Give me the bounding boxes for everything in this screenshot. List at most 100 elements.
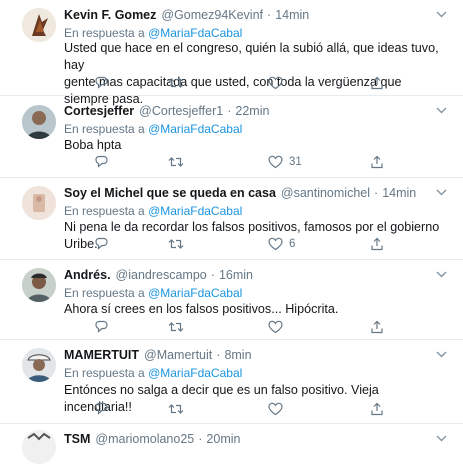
heart-icon [268, 155, 283, 169]
author-handle[interactable]: @santinomichel [281, 186, 370, 200]
tweet-actions [64, 76, 404, 94]
avatar[interactable] [22, 8, 56, 42]
share-button[interactable] [370, 402, 384, 416]
avatar[interactable] [22, 186, 56, 220]
retweet-button[interactable] [168, 237, 190, 251]
chevron-down-icon[interactable] [433, 104, 449, 116]
tweet-text-line: Boba hpta [64, 138, 122, 152]
author-handle[interactable]: @Gomez94Kevinf [161, 8, 263, 22]
author-name[interactable]: MAMERTUIT [64, 348, 139, 362]
retweet-button[interactable] [168, 76, 190, 90]
retweet-button[interactable] [168, 155, 190, 169]
chevron-down-icon[interactable] [433, 268, 449, 280]
timestamp[interactable]: 16min [219, 268, 253, 282]
retweet-icon [168, 320, 184, 334]
share-icon [370, 402, 384, 416]
tweet-header: TSM @mariomolano25 · 20min [64, 432, 240, 446]
author-name[interactable]: Andrés. [64, 268, 111, 282]
reply-context: En respuesta a @MariaFdaCabal [64, 204, 242, 218]
reply-to-link[interactable]: @MariaFdaCabal [148, 204, 242, 218]
tweet[interactable]: TSM @mariomolano25 · 20min [0, 424, 463, 464]
reply-icon [94, 320, 109, 334]
timestamp[interactable]: 20min [206, 432, 240, 446]
reply-timeline: Kevin F. Gomez @Gomez94Kevinf · 14min En… [0, 0, 463, 464]
tweet[interactable]: Andrés. @iandrescampo · 16min En respues… [0, 260, 463, 340]
tweet-text: Boba hpta [64, 137, 444, 154]
share-icon [370, 237, 384, 251]
chevron-down-icon[interactable] [433, 186, 449, 198]
share-icon [370, 155, 384, 169]
author-handle[interactable]: @Mamertuit [144, 348, 212, 362]
share-button[interactable] [370, 76, 384, 90]
avatar[interactable] [22, 105, 56, 139]
like-button[interactable] [268, 402, 289, 416]
like-button[interactable] [268, 76, 289, 90]
avatar[interactable] [22, 268, 56, 302]
reply-button[interactable] [94, 402, 115, 416]
share-button[interactable] [370, 155, 384, 169]
reply-to-link[interactable]: @MariaFdaCabal [148, 366, 242, 380]
author-handle[interactable]: @Cortesjeffer1 [139, 104, 223, 118]
reply-prefix: En respuesta a [64, 122, 145, 136]
tweet[interactable]: Cortesjeffer @Cortesjeffer1 · 22min En r… [0, 96, 463, 178]
chevron-down-icon[interactable] [433, 432, 449, 444]
author-handle[interactable]: @mariomolano25 [95, 432, 194, 446]
reply-prefix: En respuesta a [64, 286, 145, 300]
like-button[interactable]: 31 [268, 155, 302, 169]
tweet[interactable]: Soy el Michel que se queda en casa @sant… [0, 178, 463, 260]
tweet-header: Soy el Michel que se queda en casa @sant… [64, 186, 416, 200]
share-icon [370, 76, 384, 90]
avatar[interactable] [22, 430, 56, 464]
retweet-button[interactable] [168, 320, 190, 334]
reply-context: En respuesta a @MariaFdaCabal [64, 122, 242, 136]
tweet[interactable]: MAMERTUIT @Mamertuit · 8min En respuesta… [0, 340, 463, 424]
tweet[interactable]: Kevin F. Gomez @Gomez94Kevinf · 14min En… [0, 0, 463, 106]
retweet-button[interactable] [168, 402, 190, 416]
reply-icon [94, 155, 109, 169]
retweet-icon [168, 402, 184, 416]
retweet-icon [168, 76, 184, 90]
tweet-header: Cortesjeffer @Cortesjeffer1 · 22min [64, 104, 269, 118]
heart-icon [268, 320, 283, 334]
heart-icon [268, 237, 283, 251]
tweet-text-line: Ahora sí crees en los falsos positivos..… [64, 302, 339, 316]
chevron-down-icon[interactable] [433, 348, 449, 360]
author-name[interactable]: Kevin F. Gomez [64, 8, 156, 22]
tweet-actions: 31 [64, 155, 404, 173]
separator-dot: · [267, 8, 272, 22]
chevron-down-icon[interactable] [433, 8, 449, 20]
separator-dot: · [216, 348, 221, 362]
heart-icon [268, 76, 283, 90]
share-button[interactable] [370, 320, 384, 334]
reply-prefix: En respuesta a [64, 366, 145, 380]
timestamp[interactable]: 8min [224, 348, 251, 362]
author-name[interactable]: TSM [64, 432, 90, 446]
reply-button[interactable] [94, 320, 115, 334]
like-count: 6 [289, 238, 296, 250]
reply-icon [94, 402, 109, 416]
reply-icon [94, 237, 109, 251]
timestamp[interactable]: 22min [235, 104, 269, 118]
reply-button[interactable] [94, 155, 115, 169]
timestamp[interactable]: 14min [382, 186, 416, 200]
like-button[interactable] [268, 320, 289, 334]
tweet-actions [64, 320, 404, 338]
author-handle[interactable]: @iandrescampo [116, 268, 207, 282]
timestamp[interactable]: 14min [275, 8, 309, 22]
avatar[interactable] [22, 348, 56, 382]
reply-button[interactable] [94, 237, 115, 251]
tweet-text: Ahora sí crees en los falsos positivos..… [64, 301, 444, 318]
tweet-header: Andrés. @iandrescampo · 16min [64, 268, 253, 282]
share-icon [370, 320, 384, 334]
reply-to-link[interactable]: @MariaFdaCabal [148, 122, 242, 136]
share-button[interactable] [370, 237, 384, 251]
like-button[interactable]: 6 [268, 237, 295, 251]
author-name[interactable]: Soy el Michel que se queda en casa [64, 186, 276, 200]
reply-to-link[interactable]: @MariaFdaCabal [148, 26, 242, 40]
reply-button[interactable] [94, 76, 115, 90]
tweet-actions: 6 [64, 237, 404, 255]
reply-to-link[interactable]: @MariaFdaCabal [148, 286, 242, 300]
tweet-header: Kevin F. Gomez @Gomez94Kevinf · 14min [64, 8, 309, 22]
author-name[interactable]: Cortesjeffer [64, 104, 134, 118]
reply-context: En respuesta a @MariaFdaCabal [64, 366, 242, 380]
